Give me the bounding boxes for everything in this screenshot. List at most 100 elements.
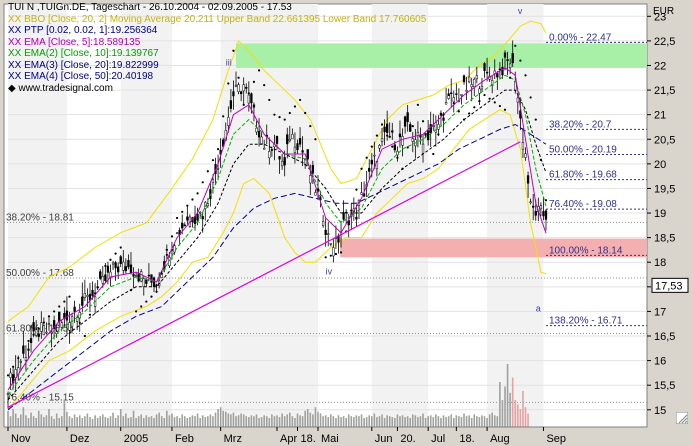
volume-bar <box>396 414 399 427</box>
volume-bar <box>330 414 332 427</box>
psar-dot <box>309 125 312 128</box>
candle-body <box>496 73 499 78</box>
volume-bar <box>22 407 25 427</box>
volume-bar <box>155 414 158 427</box>
volume-bar <box>245 416 248 427</box>
candle-body <box>27 348 30 351</box>
legend-bollinger: XX BBO [Close, 20, 2] Moving Average 20.… <box>8 13 427 25</box>
candle-body <box>396 151 399 156</box>
candle-body <box>58 311 61 322</box>
volume-bar <box>476 416 478 427</box>
candle-body <box>68 322 71 331</box>
volume-bar <box>232 412 235 427</box>
psar-dot <box>150 295 153 298</box>
psar-dot <box>22 348 25 351</box>
chart-window: 0.00% - 22.47 38.20% - 20.7 50.00% - 20.19… <box>0 0 693 446</box>
candle-body <box>442 117 445 121</box>
psar-dot <box>319 197 322 200</box>
volume-bar <box>442 415 445 427</box>
volume-bar <box>255 414 258 427</box>
candle-body <box>526 175 530 184</box>
volume-bar <box>63 400 66 427</box>
candle-body <box>132 274 135 277</box>
candle-body <box>298 138 302 145</box>
volume-bar <box>378 416 381 427</box>
psar-dot <box>370 145 373 148</box>
psar-dot <box>53 310 56 313</box>
candle-body <box>247 94 250 104</box>
candle-body <box>83 292 87 299</box>
candle-body <box>229 100 233 109</box>
volume-bar <box>204 417 207 427</box>
candle-body <box>257 131 261 138</box>
volume-bar <box>294 418 296 427</box>
source-icon: ◆ <box>8 82 19 94</box>
candle-body <box>106 265 110 273</box>
volume-bar <box>353 417 355 427</box>
candle-body <box>96 286 99 289</box>
volume-bar <box>48 409 50 427</box>
volume-bar <box>404 417 406 427</box>
psar-dot <box>94 292 97 295</box>
candle-body <box>50 331 53 334</box>
psar-dot <box>83 334 86 338</box>
candle-body <box>516 97 519 103</box>
volume-bar <box>509 392 511 427</box>
candle-body <box>181 222 184 229</box>
volume-bar <box>391 417 394 427</box>
volume-bar <box>171 413 173 427</box>
candle-body <box>455 93 458 95</box>
volume-bar <box>27 418 30 427</box>
y-tick-label: 22 <box>654 60 666 72</box>
volume-bar <box>306 409 309 427</box>
resize-grip-icon[interactable] <box>676 412 688 424</box>
volume-bar <box>25 415 27 427</box>
volume-bar <box>424 418 427 427</box>
fib-label-left: 38.20% - 18.81 <box>6 212 74 223</box>
volume-bar <box>125 413 127 427</box>
candle-body <box>521 142 525 150</box>
volume-bar <box>258 418 260 427</box>
psar-dot <box>170 235 174 238</box>
volume-bar <box>435 414 437 427</box>
volume-bar <box>376 417 378 427</box>
candle-body <box>29 338 33 343</box>
y-axis: 1515,51616,51717,51818,51919,52020,52121… <box>647 11 689 417</box>
volume-bar <box>381 414 383 427</box>
volume-bar <box>347 414 350 427</box>
volume-bar <box>458 416 460 427</box>
y-tick-label: 21,5 <box>654 85 675 97</box>
volume-bar <box>189 417 191 427</box>
y-tick-label: 19 <box>654 208 666 220</box>
candle-body <box>117 266 120 273</box>
volume-bar <box>58 418 61 427</box>
x-tick-label: Mrz <box>224 433 242 445</box>
volume-bar <box>345 418 347 427</box>
y-tick-label: 15,5 <box>654 380 675 392</box>
volume-bar <box>160 416 163 427</box>
legend-title: TUI N ,TUIGn.DE, Tageschart - 26.10.2004… <box>8 2 292 13</box>
volume-bar <box>53 418 55 427</box>
candle-body <box>401 136 404 146</box>
volume-bar <box>268 418 271 427</box>
candle-body <box>278 156 281 160</box>
x-tick-label: Sep <box>546 433 566 445</box>
volume-bar <box>20 414 22 427</box>
volume-bar <box>17 418 20 427</box>
candle-body <box>465 90 468 92</box>
candle-body <box>437 124 440 130</box>
candle-body <box>283 157 286 166</box>
psar-dot <box>99 270 102 274</box>
candle-body <box>250 93 253 104</box>
volume-bar <box>358 416 360 427</box>
psar-dot <box>186 204 189 207</box>
psar-dot <box>406 146 409 149</box>
psar-dot <box>350 209 353 212</box>
volume-bar <box>55 413 58 427</box>
volume-bar <box>119 409 122 427</box>
volume-bar <box>271 414 273 427</box>
psar-dot <box>63 300 66 303</box>
candle-body <box>388 136 391 138</box>
candle-body <box>291 134 294 140</box>
volume-bar <box>289 412 291 427</box>
